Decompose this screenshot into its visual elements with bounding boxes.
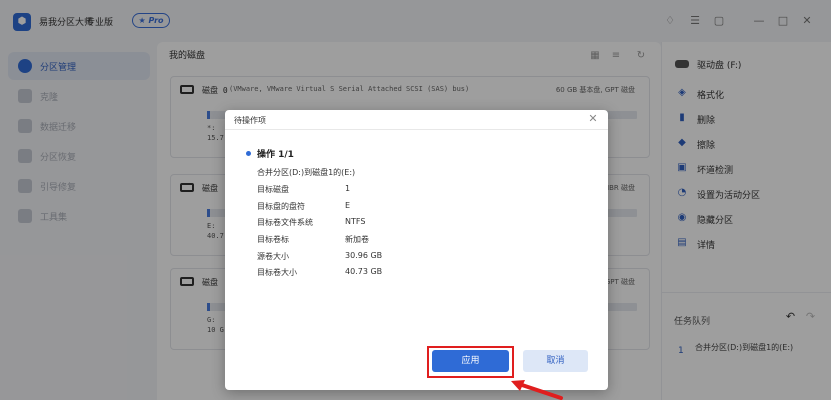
detail-label: 目标卷标: [257, 235, 289, 244]
detail-label: 目标磁盘: [257, 185, 289, 194]
pointer-arrow-icon: [511, 380, 563, 400]
detail-label: 目标盘的盘符: [257, 202, 305, 211]
detail-value: 1: [345, 184, 351, 193]
detail-value: 30.96 GB: [345, 251, 383, 260]
detail-label: 目标卷文件系统: [257, 218, 313, 227]
close-icon[interactable]: ✕: [587, 113, 599, 125]
detail-label: 源卷大小: [257, 252, 289, 261]
pending-operations-dialog: 待操作项 ✕ 操作 1/1 合并分区(D:)到磁盘1的(E:) 目标磁盘 1 目…: [225, 110, 608, 390]
operation-description: 合并分区(D:)到磁盘1的(E:): [257, 168, 356, 177]
apply-button[interactable]: 应用: [432, 350, 509, 372]
operation-header: 操作 1/1: [257, 150, 294, 160]
dialog-title: 待操作项: [234, 116, 266, 125]
detail-value: E: [345, 201, 351, 210]
bullet-icon: [246, 151, 251, 156]
cancel-button[interactable]: 取消: [523, 350, 588, 372]
detail-label: 目标卷大小: [257, 268, 297, 277]
detail-value: 新加卷: [345, 235, 369, 244]
detail-value: 40.73 GB: [345, 267, 383, 276]
detail-value: NTFS: [345, 217, 366, 226]
dialog-header: 待操作项 ✕: [225, 110, 608, 130]
